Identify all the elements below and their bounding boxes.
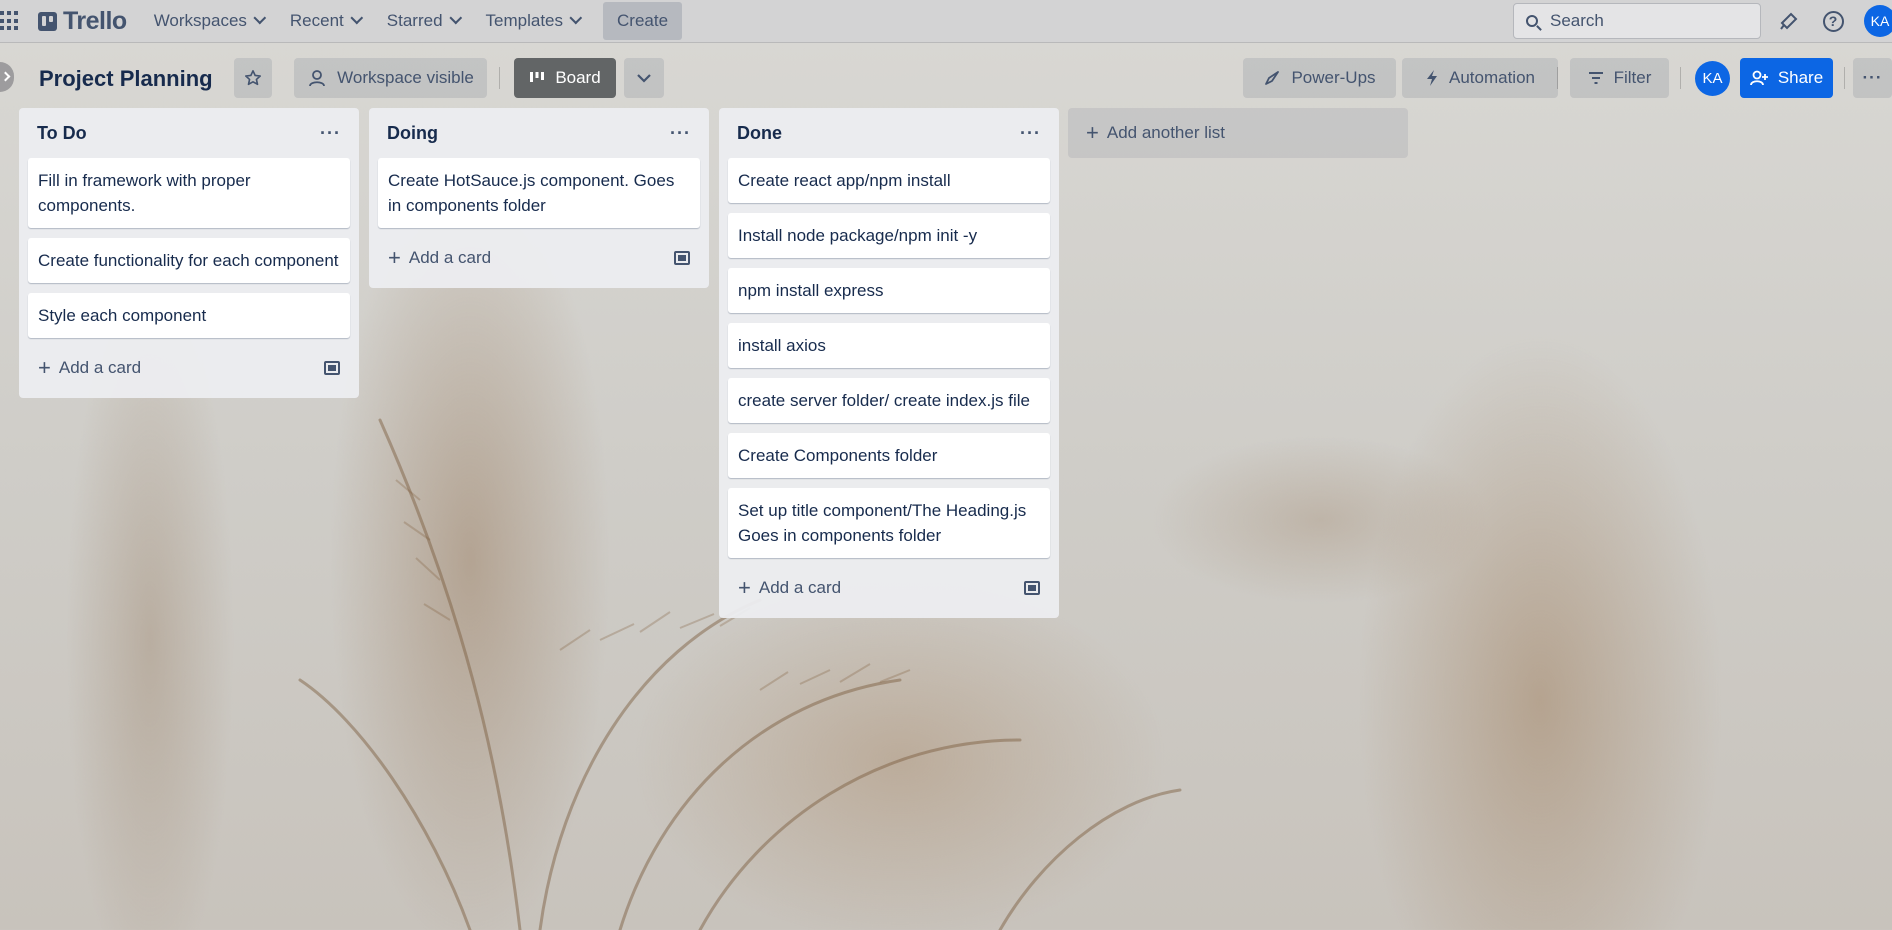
nav-recent[interactable]: Recent xyxy=(279,3,373,39)
list-title[interactable]: Doing xyxy=(387,123,438,144)
plus-icon: + xyxy=(738,575,751,600)
nav-templates-label: Templates xyxy=(485,11,564,30)
add-card-label: Add a card xyxy=(758,578,842,597)
plus-icon: + xyxy=(388,245,401,270)
filter-button[interactable]: Filter xyxy=(1570,58,1669,98)
card-template-icon[interactable] xyxy=(324,361,340,375)
divider xyxy=(1557,67,1558,89)
board-view-button[interactable]: Board xyxy=(514,58,616,98)
search-field[interactable] xyxy=(1513,3,1761,39)
add-list-button[interactable]: + Add another list xyxy=(1068,108,1408,158)
list-menu-button[interactable]: ··· xyxy=(320,123,341,144)
card[interactable]: Fill in framework with proper components… xyxy=(28,158,350,228)
chevron-down-icon xyxy=(637,74,651,83)
plus-icon: + xyxy=(1086,120,1099,145)
nav-templates[interactable]: Templates xyxy=(475,3,592,39)
help-icon: ? xyxy=(1822,10,1844,32)
help-button[interactable]: ? xyxy=(1820,8,1846,34)
automation-label: Automation xyxy=(1449,68,1535,87)
nav-workspaces[interactable]: Workspaces xyxy=(143,3,276,39)
visibility-button[interactable]: Workspace visible xyxy=(294,58,487,98)
card[interactable]: Style each component xyxy=(28,293,350,338)
filter-icon xyxy=(1588,72,1603,84)
lightning-icon xyxy=(1427,70,1437,86)
card[interactable]: Create functionality for each component xyxy=(28,238,350,283)
board-title[interactable]: Project Planning xyxy=(39,66,213,92)
board-header: Project Planning Workspace visible Board… xyxy=(0,52,1892,104)
add-card-row: + Add a card xyxy=(728,568,1050,608)
list-doing: Doing ··· Create HotSauce.js component. … xyxy=(369,108,709,288)
share-button[interactable]: Share xyxy=(1740,58,1833,98)
nav-menu: Workspaces Recent Starred Templates Crea… xyxy=(143,2,683,40)
divider xyxy=(1680,67,1681,89)
chevron-down-icon xyxy=(448,11,462,24)
brand-name: Trello xyxy=(63,6,127,35)
add-card-row: + Add a card xyxy=(28,348,350,388)
chevron-down-icon xyxy=(569,11,583,24)
card[interactable]: Create Components folder xyxy=(728,433,1050,478)
board-icon xyxy=(530,72,545,82)
card-template-icon[interactable] xyxy=(674,251,690,265)
list-done: Done ··· Create react app/npm install In… xyxy=(719,108,1059,618)
card[interactable]: Set up title component/The Heading.js Go… xyxy=(728,488,1050,558)
app-switcher-icon[interactable] xyxy=(0,11,20,31)
board-menu-button[interactable]: ··· xyxy=(1853,58,1892,98)
add-list-label: Add another list xyxy=(1106,123,1225,142)
add-card-label: Add a card xyxy=(58,358,142,377)
trello-logo[interactable]: Trello xyxy=(38,7,127,36)
create-button[interactable]: Create xyxy=(603,2,683,40)
share-label: Share xyxy=(1777,68,1824,87)
top-navigation: Trello Workspaces Recent Starred Templat… xyxy=(0,0,1892,43)
nav-recent-label: Recent xyxy=(289,11,344,30)
card[interactable]: Create react app/npm install xyxy=(728,158,1050,203)
nav-starred-label: Starred xyxy=(386,11,443,30)
visibility-label: Workspace visible xyxy=(337,68,474,87)
add-card-button[interactable]: + Add a card xyxy=(38,355,141,381)
automation-button[interactable]: Automation xyxy=(1402,58,1558,98)
rocket-icon xyxy=(1265,71,1280,85)
account-avatar[interactable]: KA xyxy=(1864,5,1892,37)
card[interactable]: create server folder/ create index.js fi… xyxy=(728,378,1050,423)
card[interactable]: Install node package/npm init -y xyxy=(728,213,1050,258)
list-title[interactable]: To Do xyxy=(37,123,87,144)
list-menu-button[interactable]: ··· xyxy=(670,123,691,144)
star-icon xyxy=(244,69,262,86)
search-icon xyxy=(1526,15,1538,27)
member-avatar[interactable]: KA xyxy=(1695,61,1730,96)
notifications-button[interactable] xyxy=(1776,8,1802,34)
add-card-button[interactable]: + Add a card xyxy=(738,575,841,601)
card[interactable]: npm install express xyxy=(728,268,1050,313)
nav-workspaces-label: Workspaces xyxy=(153,11,247,30)
card[interactable]: Create HotSauce.js component. Goes in co… xyxy=(378,158,700,228)
divider xyxy=(499,67,500,89)
board-view-label: Board xyxy=(555,68,601,87)
divider xyxy=(1844,67,1845,89)
power-ups-label: Power-Ups xyxy=(1291,68,1376,87)
trello-logo-icon xyxy=(38,11,57,31)
list-to-do: To Do ··· Fill in framework with proper … xyxy=(19,108,359,398)
add-card-button[interactable]: + Add a card xyxy=(388,245,491,271)
chevron-down-icon xyxy=(350,11,363,24)
add-card-label: Add a card xyxy=(408,248,492,267)
list-menu-button[interactable]: ··· xyxy=(1020,123,1041,144)
plus-icon: + xyxy=(38,355,51,380)
card[interactable]: install axios xyxy=(728,323,1050,368)
power-ups-button[interactable]: Power-Ups xyxy=(1243,58,1396,98)
list-header: Doing ··· xyxy=(378,108,700,158)
add-card-row: + Add a card xyxy=(378,238,700,278)
list-title[interactable]: Done xyxy=(737,123,782,144)
view-switcher-button[interactable] xyxy=(624,58,664,98)
chevron-down-icon xyxy=(253,11,267,24)
star-board-button[interactable] xyxy=(234,58,272,98)
filter-label: Filter xyxy=(1613,68,1652,87)
add-member-icon xyxy=(1749,70,1768,86)
nav-starred[interactable]: Starred xyxy=(376,3,472,39)
card-template-icon[interactable] xyxy=(1024,581,1040,595)
megaphone-icon xyxy=(1780,12,1798,30)
search-input[interactable] xyxy=(1550,11,1750,31)
list-header: Done ··· xyxy=(728,108,1050,158)
list-header: To Do ··· xyxy=(28,108,350,158)
people-icon xyxy=(309,70,326,87)
sidebar-expand-button[interactable] xyxy=(0,62,14,92)
